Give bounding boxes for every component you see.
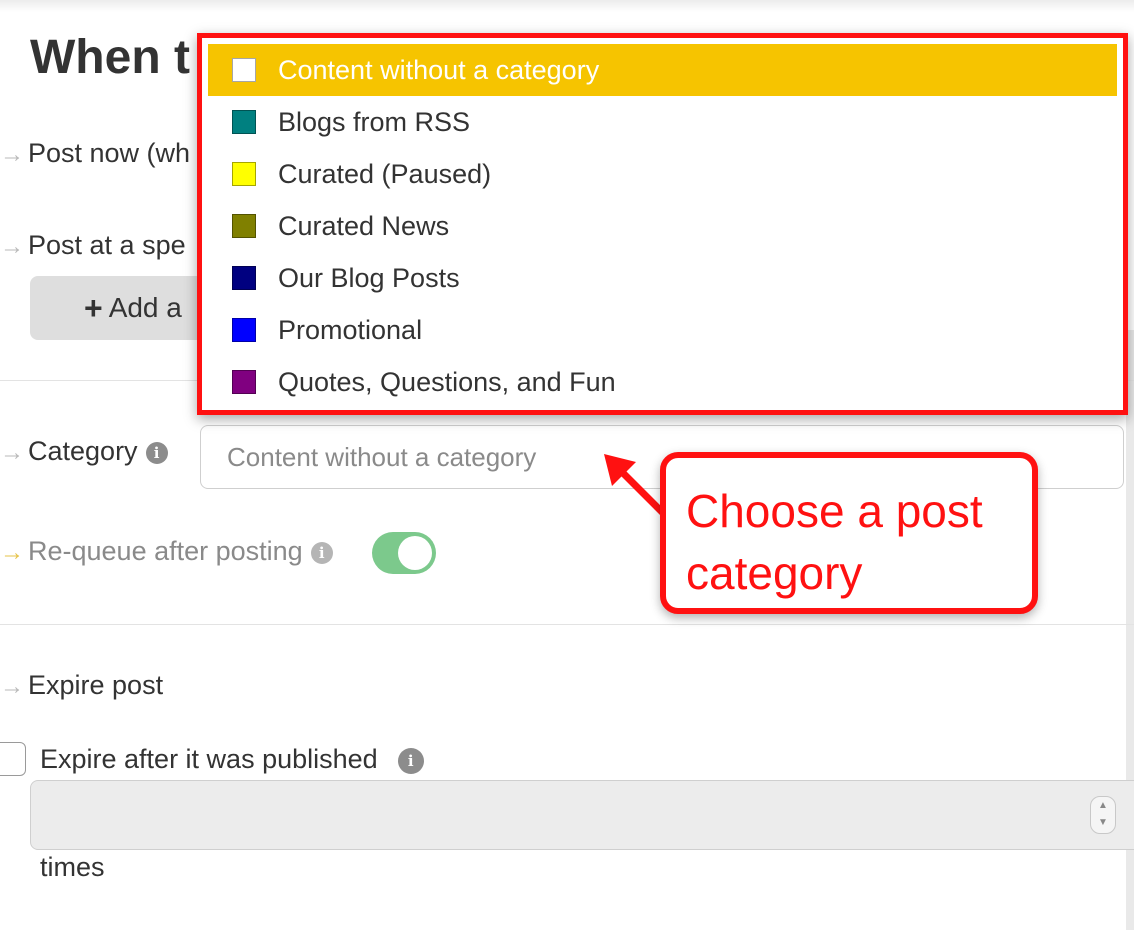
annotation-callout: Choose a post category [660,452,1038,614]
dropdown-option[interactable]: Curated News [208,200,1117,252]
category-label: Category [28,436,138,466]
dropdown-option[interactable]: Our Blog Posts [208,252,1117,304]
post-now-option[interactable]: → Post now (wh [0,138,190,169]
times-label: times [40,852,105,882]
dropdown-list: Content without a category Blogs from RSS… [208,44,1117,408]
post-specific-option[interactable]: → Post at a spe [0,230,186,261]
category-color-swatch [232,110,256,134]
stepper-icon[interactable]: ▲ ▼ [1090,796,1116,834]
dropdown-option-label: Promotional [278,314,423,345]
category-color-swatch [232,370,256,394]
requeue-toggle[interactable] [372,532,436,574]
category-color-swatch [232,318,256,342]
category-color-swatch [232,266,256,290]
info-icon[interactable]: i [397,747,424,774]
dropdown-option-label: Quotes, Questions, and Fun [278,366,616,397]
arrow-right-icon: → [0,233,24,260]
toggle-knob [398,536,432,570]
category-color-swatch [232,214,256,238]
dropdown-option[interactable]: Blogs from RSS [208,96,1117,148]
expire-after-label: Expire after it was published [40,744,378,774]
dropdown-option-label: Curated (Paused) [278,158,492,189]
dropdown-option-label: Content without a category [278,54,600,85]
info-icon[interactable]: i [310,541,333,564]
post-now-label: Post now (wh [28,138,191,168]
plus-icon: + [84,289,103,326]
arrow-right-icon: → [0,141,24,168]
dropdown-option-label: Our Blog Posts [278,262,460,293]
category-row: → Category i [0,436,168,467]
arrow-right-icon: → [0,539,24,566]
dropdown-option-label: Curated News [278,210,450,241]
category-color-swatch [232,58,256,82]
dropdown-option[interactable]: Promotional [208,304,1117,356]
expire-row: → Expire post [0,670,163,701]
post-specific-label: Post at a spe [28,230,186,260]
add-button-label: Add a [108,292,182,323]
section-heading: When t [30,31,190,84]
dropdown-option[interactable]: Quotes, Questions, and Fun [208,356,1117,408]
expire-label: Expire post [28,670,164,700]
arrow-right-icon: → [0,673,24,700]
expire-times-input[interactable] [30,780,1134,850]
expire-after-row: Expire after it was published i [40,744,424,775]
requeue-label: Re-queue after posting [28,536,303,566]
requeue-row: → Re-queue after posting i [0,536,333,567]
category-dropdown: Content without a category Blogs from RSS… [197,33,1128,415]
category-color-swatch [232,162,256,186]
dropdown-option[interactable]: Curated (Paused) [208,148,1117,200]
divider [0,624,1134,625]
dropdown-option-label: Blogs from RSS [278,106,471,137]
top-shadow [0,0,1134,12]
expire-after-checkbox[interactable] [0,742,26,776]
info-icon[interactable]: i [145,441,168,464]
arrow-right-icon: → [0,439,24,466]
dropdown-option[interactable]: Content without a category [208,44,1117,96]
